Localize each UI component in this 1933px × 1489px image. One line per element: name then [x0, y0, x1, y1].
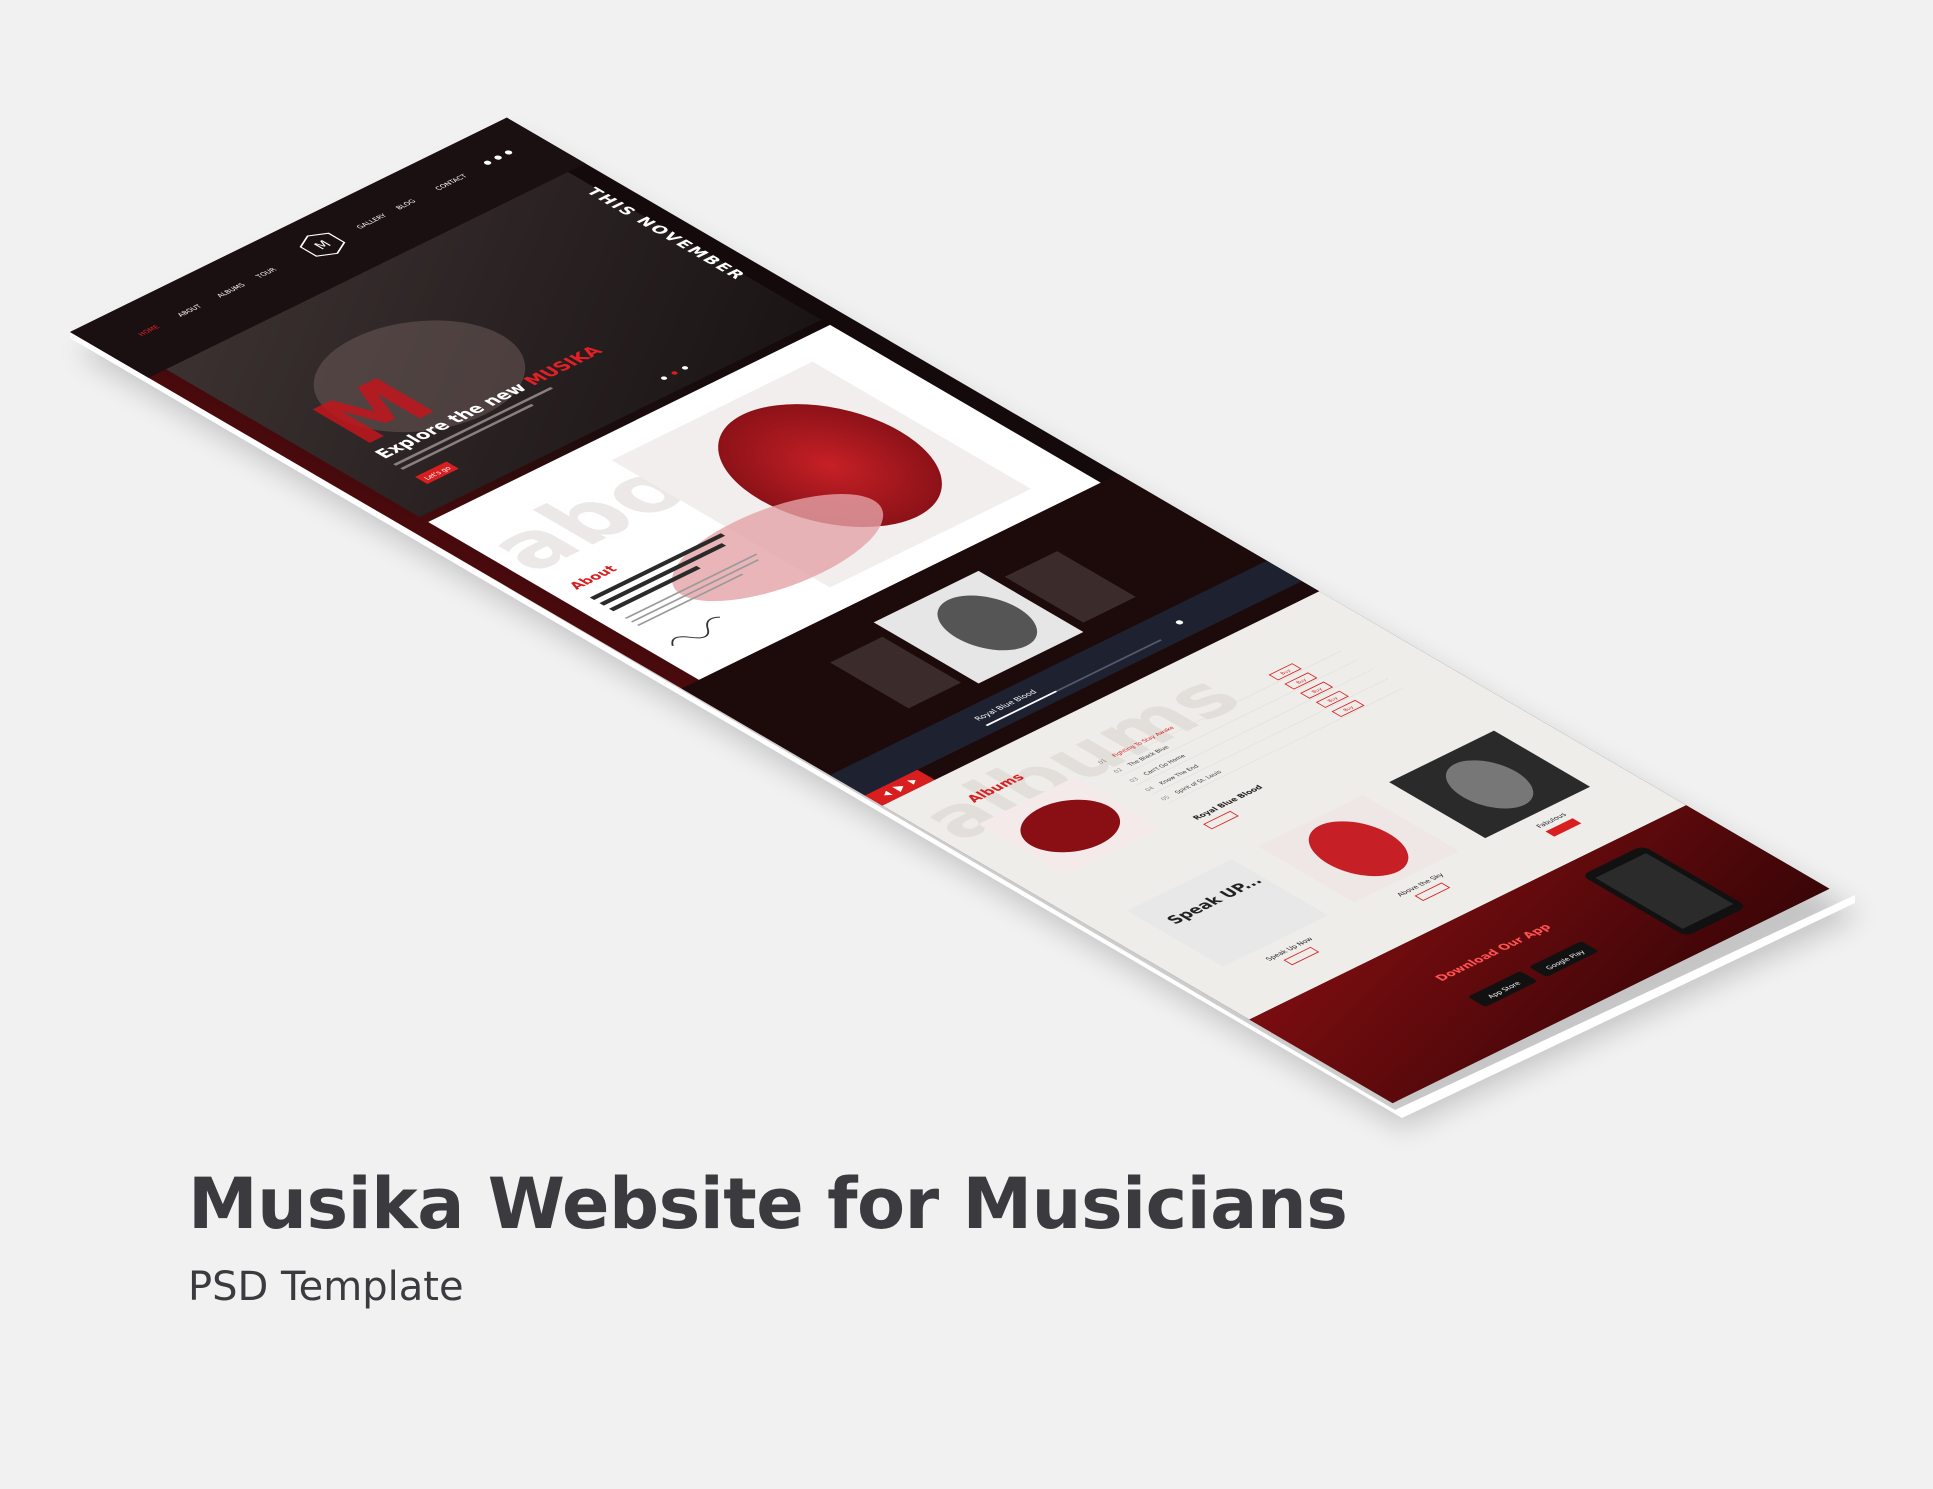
website-page: HOMEABOUTALBUMSTOURGALLERYBLOGCONTACT M … — [70, 117, 1830, 1104]
presentation-stage: HOME ABOUT ALBUMS TOUR GALLERY BLOG CONTACT M … — [0, 0, 1933, 1485]
presentation-title: Musika Website for Musicians — [188, 1163, 1348, 1245]
presentation-subtitle: PSD Template — [188, 1264, 464, 1310]
website-mockup: HOMEABOUTALBUMSTOURGALLERYBLOGCONTACT M … — [70, 117, 1860, 1128]
